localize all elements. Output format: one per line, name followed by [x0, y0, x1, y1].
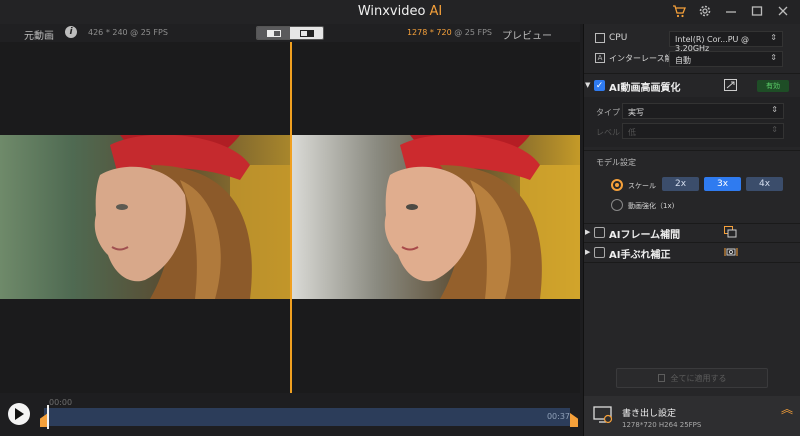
preview-resolution: 1278 * 720 @ 25 FPS — [406, 28, 492, 37]
model-settings-label: モデル設定 — [596, 158, 636, 167]
preview-header: 元動画 i 426 * 240 @ 25 FPS 1278 * 720 @ 25… — [0, 24, 580, 42]
level-label: レベル — [596, 128, 620, 137]
ai-frame-interp-title: AIフレーム補間 — [609, 230, 681, 241]
ai-stabilize-header[interactable]: ▶ AI手ぶれ補正 — [584, 244, 800, 262]
divider — [584, 150, 800, 151]
apply-all-button[interactable]: 全てに適用する — [616, 368, 768, 388]
dropdown-arrow-icon: ⇕ — [771, 105, 778, 114]
deinterlace-icon: A — [595, 53, 605, 63]
close-icon[interactable] — [776, 4, 790, 18]
status-badge: 有効 — [757, 80, 789, 92]
window-controls — [672, 4, 790, 18]
video-preview[interactable] — [0, 42, 580, 393]
split-view-icon — [266, 29, 281, 37]
ai-frame-interp-checkbox[interactable] — [594, 227, 605, 238]
copy-icon — [657, 374, 665, 382]
export-title: 書き出し設定 — [622, 409, 677, 419]
frames-icon — [724, 226, 737, 241]
scale-radio[interactable] — [611, 179, 623, 191]
ai-enhance-checkbox[interactable]: ✓ — [594, 80, 605, 91]
video-enhance-radio[interactable] — [611, 199, 623, 211]
export-info: 1278*720 H264 25FPS — [622, 421, 702, 429]
ai-enhance-header[interactable]: ▼ ✓ AI動画高画質化 有効 — [584, 77, 800, 95]
scale-3x-button[interactable]: 3x — [704, 177, 741, 191]
scale-label: スケール — [628, 182, 656, 190]
split-divider-handle[interactable] — [290, 42, 292, 393]
app-name-ai: AI — [429, 4, 443, 19]
collapse-icon[interactable]: ▼ — [585, 81, 590, 89]
time-end: 00:37 — [546, 412, 570, 421]
dropdown-arrow-icon: ⇕ — [770, 33, 777, 42]
gear-icon[interactable] — [698, 4, 712, 18]
type-settings-group: タイプ 実写 ⇕ レベル 低 ⇕ — [584, 97, 800, 147]
play-icon — [15, 408, 24, 420]
side-by-side-button[interactable] — [290, 27, 323, 39]
level-select[interactable]: 低 ⇕ — [622, 123, 784, 139]
cart-icon[interactable] — [672, 4, 686, 18]
split-view-button[interactable] — [257, 27, 290, 39]
settings-panel: CPU Intel(R) Cor...PU @ 3.20GHz ⇕ A インターレ… — [583, 24, 800, 436]
app-name: Winxvideo — [357, 4, 426, 19]
info-icon[interactable]: i — [65, 26, 77, 38]
stabilize-camera-icon — [724, 246, 738, 261]
chevron-up-icon[interactable]: ︽ — [781, 403, 793, 415]
dropdown-arrow-icon: ⇕ — [771, 125, 778, 134]
ai-frame-interp-header[interactable]: ▶ AIフレーム補間 — [584, 224, 800, 242]
ai-enhance-title: AI動画高画質化 — [609, 83, 681, 94]
divider — [584, 242, 800, 243]
side-by-side-icon — [299, 29, 314, 37]
trim-end-handle[interactable] — [570, 413, 578, 427]
time-start: 00:00 — [49, 398, 73, 407]
compare-icon[interactable] — [724, 79, 737, 94]
cpu-label: CPU — [609, 33, 628, 43]
dropdown-arrow-icon: ⇕ — [770, 53, 777, 62]
expand-icon[interactable]: ▶ — [585, 228, 590, 236]
type-label: タイプ — [596, 108, 620, 117]
preview-label: プレビュー — [502, 31, 552, 42]
minimize-icon[interactable] — [724, 4, 738, 18]
ai-stabilize-checkbox[interactable] — [594, 247, 605, 258]
divider — [584, 73, 800, 74]
scale-2x-button[interactable]: 2x — [662, 177, 699, 191]
divider — [584, 262, 800, 263]
maximize-icon[interactable] — [750, 4, 764, 18]
preview-frame — [290, 135, 580, 299]
video-enhance-label: 動画強化（1x) — [628, 202, 675, 210]
type-select[interactable]: 実写 ⇕ — [622, 103, 784, 119]
timeline-track[interactable] — [44, 408, 570, 426]
original-resolution: 426 * 240 @ 25 FPS — [88, 28, 168, 37]
timeline: 00:00 00:37 — [0, 393, 580, 436]
play-button[interactable] — [8, 403, 30, 425]
cpu-icon — [595, 33, 605, 43]
cpu-select[interactable]: Intel(R) Cor...PU @ 3.20GHz ⇕ — [669, 31, 783, 53]
original-video-label: 元動画 — [24, 31, 54, 42]
ai-stabilize-title: AI手ぶれ補正 — [609, 250, 671, 261]
deinterlace-select[interactable]: 自動 ⇕ — [669, 51, 783, 67]
expand-icon[interactable]: ▶ — [585, 248, 590, 256]
view-mode-toggle[interactable] — [256, 26, 324, 40]
export-monitor-icon — [593, 406, 613, 427]
original-frame — [0, 135, 290, 299]
export-settings-bar[interactable]: 書き出し設定 1278*720 H264 25FPS ︽ — [584, 396, 800, 436]
title-bar: Winxvideo AI — [0, 0, 800, 24]
scale-4x-button[interactable]: 4x — [746, 177, 783, 191]
playhead[interactable] — [47, 405, 49, 429]
